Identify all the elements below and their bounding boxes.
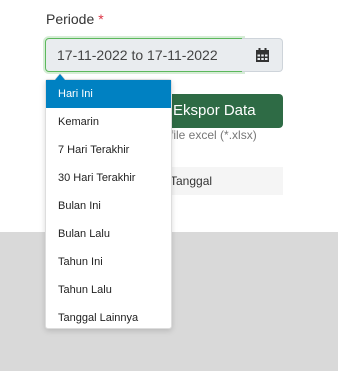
range-item-bulan-ini[interactable]: Bulan Ini (46, 192, 171, 220)
required-mark: * (98, 11, 104, 27)
range-item-kemarin[interactable]: Kemarin (46, 108, 171, 136)
date-option-row: Tanggal (158, 167, 283, 195)
range-item-tahun-lalu[interactable]: Tahun Lalu (46, 276, 171, 304)
range-item-7-hari-terakhir[interactable]: 7 Hari Terakhir (46, 136, 171, 164)
calendar-button[interactable] (242, 38, 283, 72)
date-range-dropdown: Hari Ini Kemarin 7 Hari Terakhir 30 Hari… (45, 73, 172, 332)
range-item-tanggal-lainnya[interactable]: Tanggal Lainnya (46, 304, 171, 332)
calendar-icon (255, 48, 269, 62)
range-item-30-hari-terakhir[interactable]: 30 Hari Terakhir (46, 164, 171, 192)
export-hint-text: file excel (*.xlsx) (170, 128, 257, 142)
periode-label: Periode * (46, 11, 104, 27)
date-range-input[interactable]: 17-11-2022 to 17-11-2022 (45, 38, 243, 72)
range-item-bulan-lalu[interactable]: Bulan Lalu (46, 220, 171, 248)
export-data-button[interactable]: Ekspor Data (158, 94, 283, 128)
range-item-hari-ini[interactable]: Hari Ini (46, 80, 171, 108)
periode-label-text: Periode (46, 11, 95, 27)
range-item-tahun-ini[interactable]: Tahun Ini (46, 248, 171, 276)
